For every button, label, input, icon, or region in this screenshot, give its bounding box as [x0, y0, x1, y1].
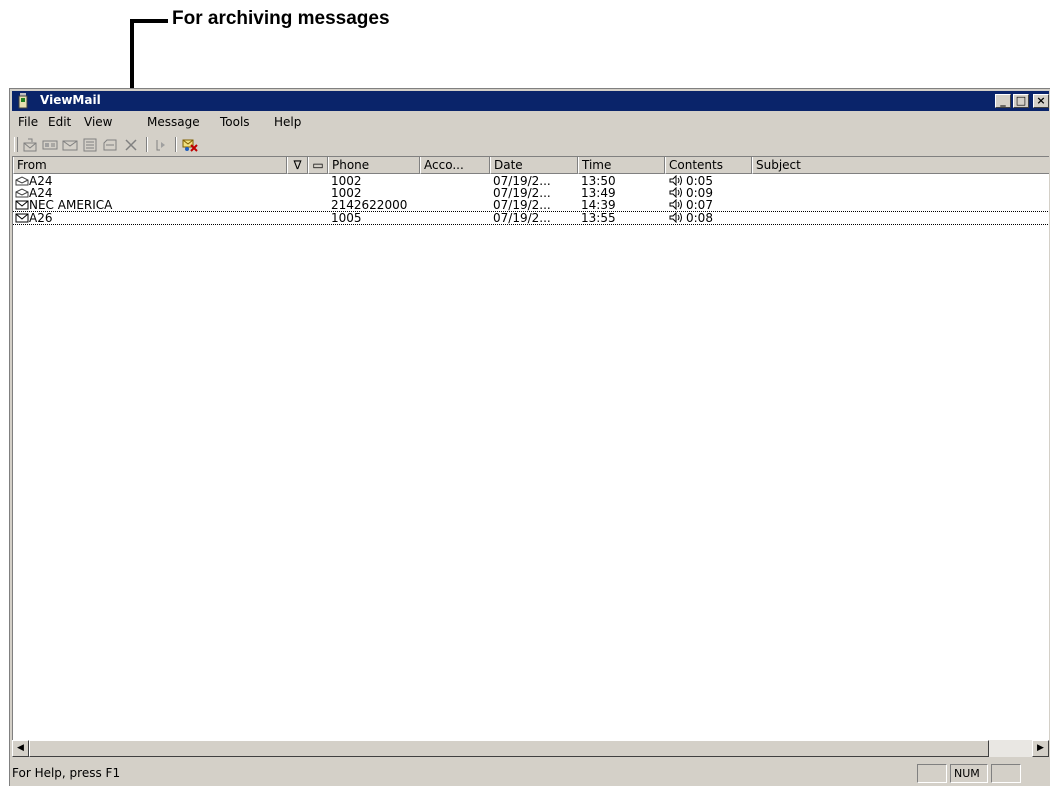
- app-icon: [18, 93, 28, 109]
- menu-view[interactable]: View: [84, 115, 112, 129]
- speaker-icon: [669, 187, 682, 198]
- maximize-button[interactable]: □: [1013, 94, 1029, 108]
- sync-icon[interactable]: [182, 138, 198, 152]
- speaker-icon: [669, 212, 682, 223]
- properties-icon[interactable]: [82, 138, 98, 152]
- speaker-icon: [669, 199, 682, 210]
- from-cell: A26: [29, 211, 53, 225]
- scroll-left-button[interactable]: ◀: [12, 740, 29, 757]
- status-panel-scroll: [991, 764, 1021, 783]
- opened-envelope-icon: [15, 176, 29, 186]
- status-panel-num: NUM: [950, 764, 988, 783]
- column-header-from[interactable]: From: [13, 157, 287, 174]
- window-title: ViewMail: [40, 93, 101, 107]
- date-cell: 07/19/2...: [493, 211, 551, 225]
- column-header-date[interactable]: Date: [490, 157, 578, 174]
- menu-bar: File Edit View Message Tools Help: [12, 112, 1049, 133]
- menu-tools[interactable]: Tools: [220, 115, 250, 129]
- menu-message[interactable]: Message: [147, 115, 200, 129]
- archive-icon[interactable]: [102, 138, 118, 152]
- column-header-phone[interactable]: Phone: [328, 157, 420, 174]
- close-button[interactable]: ×: [1033, 94, 1049, 108]
- column-header-account[interactable]: Acco...: [420, 157, 490, 174]
- status-help-text: For Help, press F1: [12, 766, 121, 780]
- message-list[interactable]: From ∇ ▭ Phone Acco... Date Time Content…: [12, 156, 1049, 740]
- scroll-thumb[interactable]: [29, 740, 989, 757]
- contents-cell: 0:08: [686, 211, 713, 225]
- column-header-contents[interactable]: Contents: [665, 157, 752, 174]
- speaker-icon: [669, 175, 682, 186]
- status-bar: For Help, press F1 NUM: [12, 764, 1049, 785]
- column-header-folder[interactable]: ▭: [308, 157, 328, 174]
- status-panel-caps: [917, 764, 947, 783]
- toolbar-separator: [175, 137, 177, 152]
- callout-label: For archiving messages: [172, 8, 390, 29]
- toolbar-grip[interactable]: [14, 137, 18, 152]
- menu-help[interactable]: Help: [274, 115, 301, 129]
- minimize-button[interactable]: _: [995, 94, 1011, 108]
- envelope-icon: [15, 200, 29, 210]
- viewmail-window: ViewMail _ □ × File Edit View Message To…: [9, 88, 1050, 786]
- play-icon[interactable]: [153, 138, 169, 152]
- forward-icon[interactable]: [42, 138, 58, 152]
- delete-icon[interactable]: [123, 138, 139, 152]
- callout-line-horizontal: [130, 19, 168, 23]
- column-header-time[interactable]: Time: [578, 157, 665, 174]
- toolbar: [12, 134, 1049, 155]
- column-header-flag[interactable]: ∇: [287, 157, 308, 174]
- time-cell: 13:55: [581, 211, 616, 225]
- menu-file[interactable]: File: [18, 115, 38, 129]
- reply-icon[interactable]: [22, 138, 38, 152]
- title-bar[interactable]: ViewMail _ □ ×: [12, 91, 1049, 111]
- envelope-icon: [15, 213, 29, 223]
- phone-cell: 1005: [331, 211, 362, 225]
- scroll-right-button[interactable]: ▶: [1032, 740, 1049, 757]
- horizontal-scrollbar[interactable]: ◀ ▶: [12, 740, 1049, 757]
- table-row-focused[interactable]: A26 1005 07/19/2... 13:55 0:08: [13, 211, 1049, 225]
- column-header-subject[interactable]: Subject: [752, 157, 1049, 174]
- toolbar-separator: [146, 137, 148, 152]
- menu-edit[interactable]: Edit: [48, 115, 71, 129]
- forward-all-icon[interactable]: [62, 138, 78, 152]
- opened-envelope-icon: [15, 188, 29, 198]
